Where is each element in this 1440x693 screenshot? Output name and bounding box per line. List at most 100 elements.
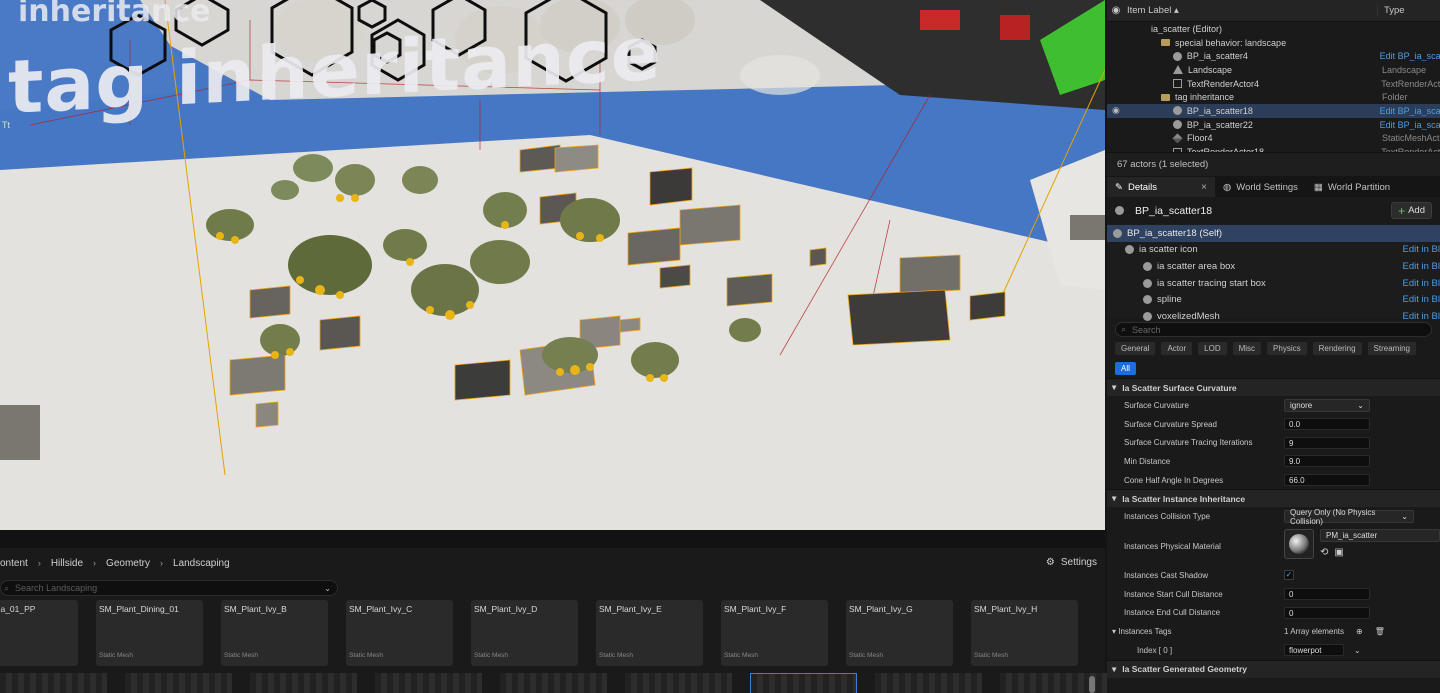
category-generated-label: Ia Scatter Generated Geometry (1122, 664, 1248, 675)
component-row[interactable]: voxelizedMesh Edit in Bl (1107, 308, 1440, 325)
filter-chip[interactable]: LOD (1198, 342, 1227, 355)
asset-tile[interactable] (0, 673, 107, 693)
component-row[interactable]: BP_ia_scatter18 (Self) (1107, 225, 1440, 242)
use-selected-arrow-icon[interactable]: ⟲ (1320, 547, 1328, 558)
cone-half-angle-input[interactable]: 66.0 (1284, 474, 1370, 487)
breadcrumb-item[interactable]: Landscaping (173, 558, 230, 569)
tag-value-input[interactable]: flowerpot (1284, 644, 1344, 657)
add-component-button[interactable]: + Add (1391, 202, 1432, 219)
breadcrumb: ontent › Hillside › Geometry › Landscaping (0, 548, 1105, 578)
edit-in-blueprint-link[interactable]: Edit in Bl (1403, 244, 1440, 255)
filter-chip[interactable]: Physics (1267, 342, 1307, 355)
filter-chip[interactable]: Misc (1232, 342, 1262, 355)
browse-folder-icon[interactable]: ▣ (1334, 547, 1343, 558)
category-generated-geometry[interactable]: ▾ Ia Scatter Generated Geometry (1107, 659, 1440, 678)
filter-chip-all[interactable]: All (1115, 362, 1136, 375)
asset-tile[interactable]: SM_Plant_Ivy_G Static Mesh (846, 600, 953, 666)
chevron-right-icon: › (159, 558, 163, 568)
tab-world-partition[interactable]: ▦ World Partition (1306, 177, 1398, 197)
asset-tile[interactable] (625, 673, 732, 693)
component-row[interactable]: ia scatter area box Edit in Bl (1107, 258, 1440, 275)
outliner-row[interactable]: TextRenderActor4 TextRenderAct (1107, 77, 1440, 91)
visibility-eye-icon[interactable]: ◉ (1107, 105, 1125, 116)
breadcrumb-item[interactable]: ontent (0, 558, 28, 569)
chevron-down-icon[interactable]: ⌄ (1354, 646, 1361, 655)
scrollbar[interactable] (1089, 676, 1095, 693)
outliner-row-label: ia_scatter (Editor) (1125, 24, 1382, 34)
filter-chip[interactable]: Streaming (1367, 342, 1416, 355)
tracing-iterations-input[interactable]: 9 (1284, 436, 1370, 449)
asset-tile[interactable] (375, 673, 482, 693)
level-viewport[interactable]: inheritance tag inheritance Tt (0, 0, 1105, 530)
surface-spread-input[interactable]: 0.0 (1284, 418, 1370, 431)
asset-tile[interactable]: SM_Plant_Ivy_H Static Mesh (971, 600, 1078, 666)
asset-tile[interactable]: drangea_01_PPsh (0, 600, 78, 666)
asset-tile[interactable] (250, 673, 357, 693)
collision-type-dropdown[interactable]: Query Only (No Physics Collision) ⌄ (1284, 508, 1414, 526)
breadcrumb-item[interactable]: Geometry (106, 558, 150, 569)
settings-button[interactable]: ⚙ Settings (1046, 557, 1097, 568)
end-cull-input[interactable]: 0 (1284, 606, 1370, 619)
outliner-item-name: BP_ia_scatter4 (1186, 51, 1248, 62)
prop-label: ▾ Instances Tags (1107, 627, 1284, 636)
tab-world-settings[interactable]: ◍ World Settings (1215, 177, 1306, 197)
outliner-row[interactable]: tag inheritance Folder (1107, 90, 1440, 104)
component-row[interactable]: ia scatter tracing start box Edit in Bl (1107, 275, 1440, 292)
outliner-item-type[interactable]: Edit BP_ia_sca (1380, 106, 1440, 116)
filter-chip[interactable]: General (1115, 342, 1156, 355)
asset-tile[interactable] (750, 673, 857, 693)
asset-tile[interactable]: SM_Plant_Ivy_D Static Mesh (471, 600, 578, 666)
content-browser: ontent › Hillside › Geometry › Landscaping ⚙ S… (0, 548, 1107, 693)
asset-tile[interactable] (500, 673, 607, 693)
edit-in-blueprint-link[interactable]: Edit in Bl (1403, 311, 1440, 322)
asset-tile[interactable]: SM_Plant_Ivy_F Static Mesh (721, 600, 828, 666)
category-instance-inheritance[interactable]: ▾ Ia Scatter Instance Inheritance (1107, 489, 1440, 508)
outliner-row[interactable]: Floor4 StaticMeshAct (1107, 132, 1440, 146)
asset-tile[interactable] (125, 673, 232, 693)
component-label: ia scatter tracing start box (1157, 277, 1266, 289)
component-label: ia scatter area box (1157, 260, 1236, 272)
component-row[interactable]: spline Edit in Bl (1107, 291, 1440, 308)
visibility-eye-icon[interactable]: ◉ (1107, 5, 1125, 16)
edit-in-blueprint-link[interactable]: Edit in Bl (1403, 278, 1440, 289)
outliner-item-type[interactable]: Edit BP_ia_sca (1380, 120, 1440, 130)
asset-tile[interactable]: SM_Plant_Ivy_E Static Mesh (596, 600, 703, 666)
asset-tile[interactable] (875, 673, 982, 693)
outliner-row[interactable]: Landscape Landscape (1107, 63, 1440, 77)
tab-details[interactable]: ✎ Details × (1107, 177, 1215, 197)
breadcrumb-item[interactable]: Hillside (51, 558, 83, 569)
outliner-row[interactable]: special behavior: landscape (1107, 36, 1440, 50)
asset-name: SM_Plant_Ivy_C (349, 604, 413, 614)
chevron-down-icon[interactable]: ⌄ (324, 584, 331, 593)
close-icon[interactable]: × (1201, 182, 1207, 193)
category-surface-curvature[interactable]: ▾ Ia Scatter Surface Curvature (1107, 378, 1440, 396)
component-row[interactable]: ia scatter icon Edit in Bl (1107, 242, 1440, 259)
type-column[interactable]: Type (1377, 5, 1405, 16)
content-search-input[interactable]: ⌕ Search Landscaping ⌄ (0, 580, 338, 596)
outliner-item-type[interactable]: Edit BP_ia_sca (1380, 51, 1440, 61)
asset-tile[interactable]: SM_Plant_Dining_01 Static Mesh (96, 600, 203, 666)
outliner-row[interactable]: BP_ia_scatter4 Edit BP_ia_sca (1107, 49, 1440, 63)
filter-chip[interactable]: Actor (1161, 342, 1193, 355)
edit-in-blueprint-link[interactable]: Edit in Bl (1403, 261, 1440, 272)
edit-in-blueprint-link[interactable]: Edit in Bl (1403, 294, 1440, 305)
trash-icon[interactable]: 🗑 (1375, 627, 1385, 636)
physical-material-dropdown[interactable]: PM_ia_scatter (1320, 529, 1440, 543)
collapse-arrow-icon[interactable]: ▾ (1112, 627, 1116, 636)
item-label-column[interactable]: Item Label ▴ (1125, 5, 1377, 16)
asset-tile[interactable]: SM_Plant_Ivy_C Static Mesh (346, 600, 453, 666)
outliner-row[interactable]: ◉ BP_ia_scatter18 Edit BP_ia_sca (1107, 104, 1440, 118)
add-element-icon[interactable]: ⊕ (1356, 627, 1363, 636)
asset-tile[interactable]: SM_Plant_Ivy_B Static Mesh (221, 600, 328, 666)
start-cull-input[interactable]: 0 (1284, 588, 1370, 601)
min-distance-input[interactable]: 9.0 (1284, 455, 1370, 468)
cast-shadow-checkbox[interactable]: ✓ (1284, 570, 1294, 581)
surface-curvature-dropdown[interactable]: ignore ⌄ (1284, 398, 1370, 412)
outliner-row[interactable]: ia_scatter (Editor) (1107, 22, 1440, 36)
outliner-row[interactable]: BP_ia_scatter22 Edit BP_ia_sca (1107, 118, 1440, 132)
pencil-icon: ✎ (1115, 181, 1123, 193)
material-thumbnail[interactable] (1284, 529, 1314, 560)
prop-label: Surface Curvature Spread (1124, 419, 1217, 429)
instances-tags-label: Instances Tags (1118, 627, 1172, 637)
filter-chip[interactable]: Rendering (1312, 342, 1362, 355)
